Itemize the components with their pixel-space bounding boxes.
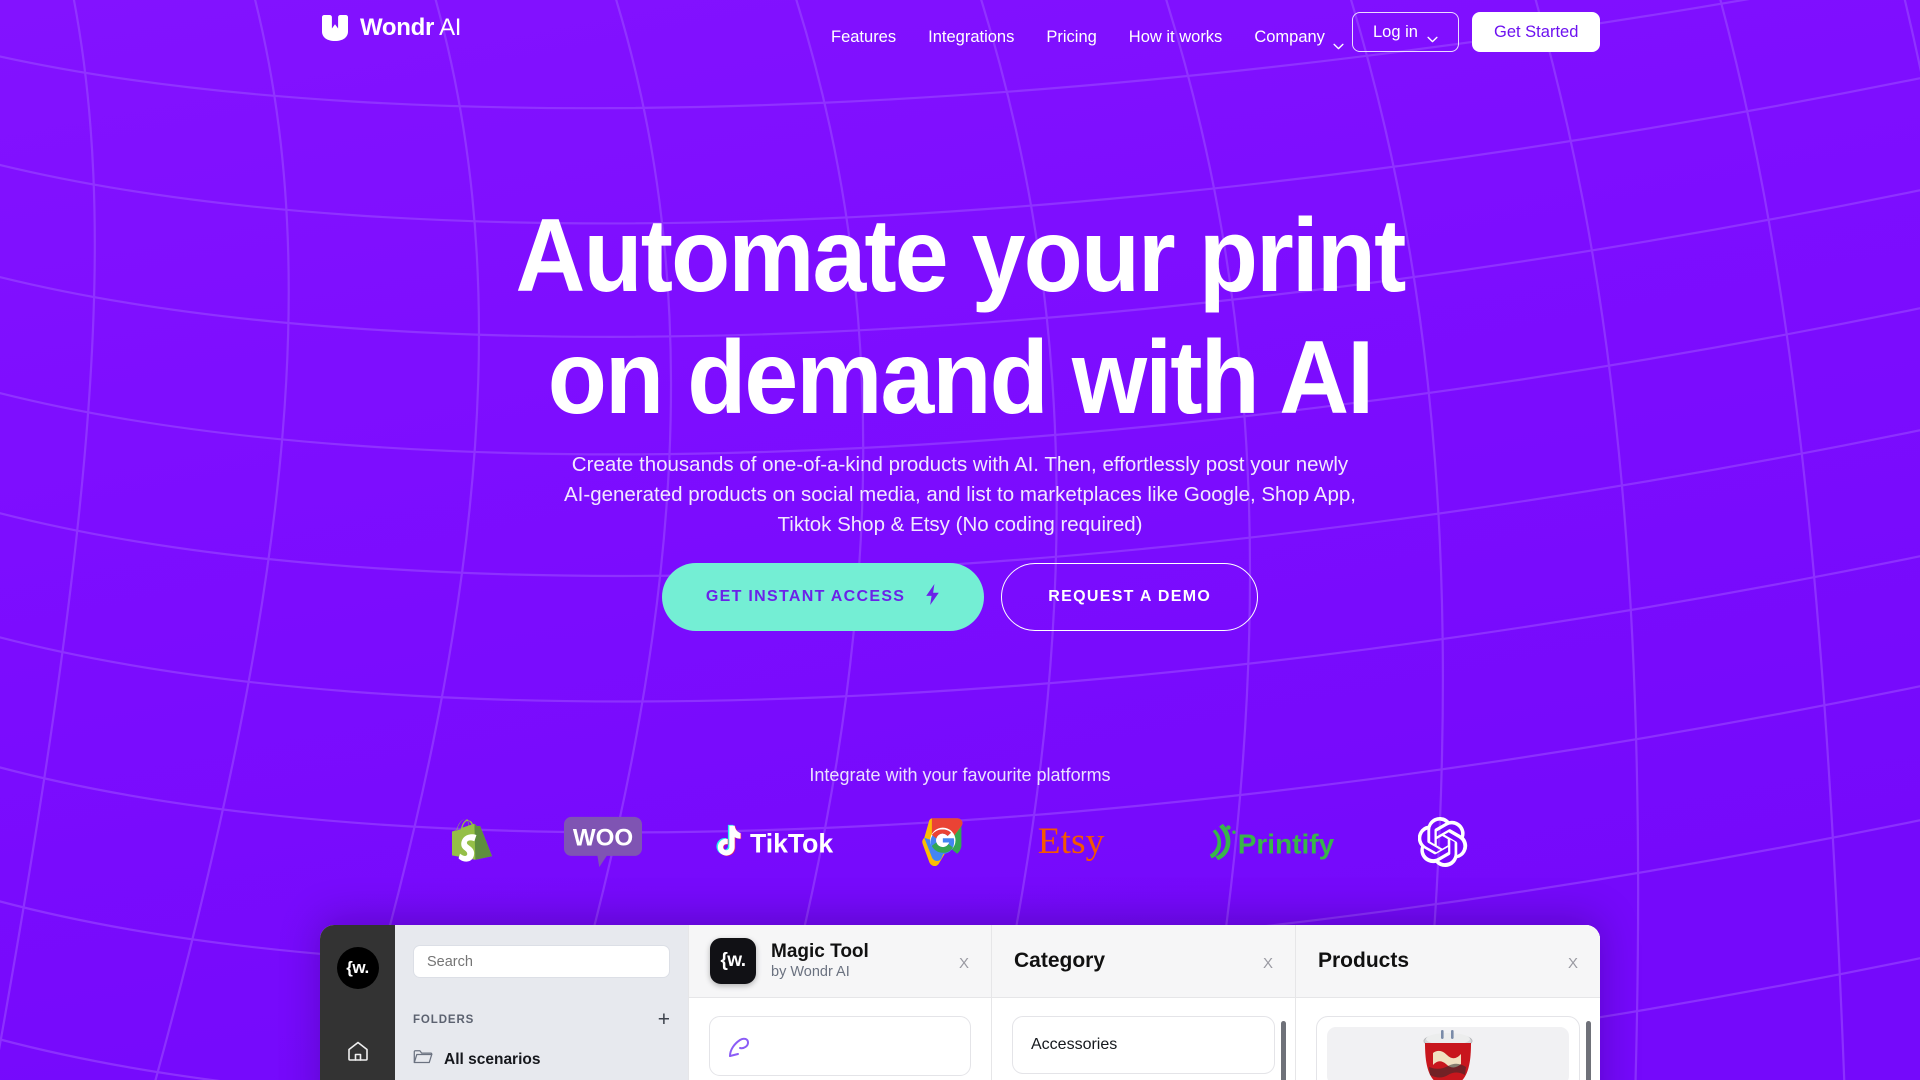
nav-item-integrations[interactable]: Integrations	[912, 20, 1030, 54]
request-a-demo-button[interactable]: REQUEST A DEMO	[1001, 563, 1259, 631]
hero-cta-row: GET INSTANT ACCESS REQUEST A DEMO	[0, 563, 1920, 631]
etsy-logo-icon: Etsy	[1036, 812, 1134, 872]
platform-logos-row: WOO TikTok Etsy Printify	[0, 812, 1920, 872]
panel-body	[1296, 998, 1600, 1080]
sidebar-item-label: All scenarios	[444, 1050, 541, 1068]
vertical-scrollbar[interactable]	[1586, 1021, 1591, 1080]
nav-item-features[interactable]: Features	[815, 20, 912, 54]
panel-header: {w. Magic Tool by Wondr AI X	[689, 925, 991, 998]
close-icon[interactable]: X	[1568, 955, 1578, 972]
nav-item-pricing[interactable]: Pricing	[1030, 20, 1112, 54]
close-icon[interactable]: X	[959, 955, 969, 972]
folders-section-label: FOLDERS	[413, 1014, 475, 1026]
subheadline-line-2: AI-generated products on social media, a…	[564, 483, 1356, 506]
app-folders-panel: FOLDERS + All scenarios	[395, 925, 688, 1080]
panel-header: Products X	[1296, 925, 1600, 998]
svg-text:Etsy: Etsy	[1038, 821, 1105, 862]
tiktok-logo-icon: TikTok	[714, 812, 848, 872]
get-instant-access-button[interactable]: GET INSTANT ACCESS	[661, 563, 985, 631]
panel-body	[689, 998, 991, 1076]
headline-line-2: on demand with AI	[547, 320, 1374, 436]
page-title: Automate your print on demand with AI	[67, 195, 1853, 439]
hero-subheadline: Create thousands of one-of-a-kind produc…	[0, 450, 1920, 540]
vertical-scrollbar[interactable]	[1281, 1021, 1286, 1080]
app-panel-products: Products X	[1295, 925, 1600, 1080]
subheadline-line-3: Tiktok Shop & Etsy (No coding required)	[777, 513, 1143, 536]
add-folder-button[interactable]: +	[658, 1009, 670, 1030]
list-item[interactable]	[1316, 1016, 1580, 1080]
panel-title: Magic Tool	[771, 940, 869, 962]
close-icon[interactable]: X	[1263, 955, 1273, 972]
panel-body: Accessories	[992, 998, 1295, 1074]
magic-tool-titles: Magic Tool by Wondr AI	[771, 941, 869, 982]
panel-title: Category	[1014, 949, 1106, 972]
login-button-label: Log in	[1373, 22, 1418, 41]
app-workspace-avatar[interactable]: {w.	[336, 947, 379, 989]
app-preview-window: {w. FOLDERS + All	[320, 925, 1600, 1080]
chevron-down-icon	[1427, 29, 1438, 42]
lightning-bolt-icon	[925, 584, 940, 610]
printify-logo-icon: Printify	[1206, 812, 1346, 872]
chevron-down-icon	[1333, 34, 1344, 49]
folders-section-header: FOLDERS +	[413, 1009, 670, 1030]
headline-line-1: Automate your print	[515, 198, 1407, 314]
warped-grid-background	[0, 0, 1920, 1080]
svg-text:TikTok: TikTok	[750, 828, 833, 858]
get-instant-access-label: GET INSTANT ACCESS	[705, 588, 906, 605]
home-icon[interactable]	[346, 1039, 370, 1068]
panel-header: Category X	[992, 925, 1295, 998]
list-item[interactable]	[709, 1016, 971, 1076]
get-started-button[interactable]: Get Started	[1472, 12, 1601, 52]
pencil-icon	[726, 1032, 754, 1060]
openai-logo-icon	[1418, 812, 1468, 872]
app-panel-magic-tool: {w. Magic Tool by Wondr AI X	[688, 925, 991, 1080]
brand-name-bold: Wondr	[360, 14, 435, 41]
login-button[interactable]: Log in	[1352, 12, 1459, 52]
subheadline-line-1: Create thousands of one-of-a-kind produc…	[571, 453, 1349, 476]
nav-item-company[interactable]: Company	[1238, 20, 1360, 54]
request-a-demo-label: REQUEST A DEMO	[1048, 588, 1212, 605]
nav-item-how-it-works[interactable]: How it works	[1113, 20, 1239, 54]
svg-text:Printify: Printify	[1238, 828, 1335, 859]
wondr-w-mark-icon	[320, 15, 350, 41]
landing-page: Wondr AI Features Integrations Pricing H…	[0, 0, 1920, 1080]
panel-subtitle: by Wondr AI	[771, 963, 850, 980]
svg-text:WOO: WOO	[573, 825, 633, 852]
google-logo-icon	[920, 812, 964, 872]
folder-icon	[413, 1049, 433, 1070]
shopify-logo-icon	[452, 812, 492, 872]
magic-tool-app-icon: {w.	[710, 938, 756, 984]
search-input[interactable]	[413, 945, 670, 978]
brand-wordmark: Wondr AI	[360, 14, 461, 42]
list-item[interactable]: Accessories	[1012, 1016, 1275, 1074]
nav-item-company-label: Company	[1254, 28, 1325, 46]
brand-name-light: AI	[434, 14, 462, 41]
woocommerce-logo-icon: WOO	[564, 812, 642, 872]
get-started-label: Get Started	[1494, 22, 1579, 41]
panel-title: Products	[1318, 949, 1410, 972]
app-sidebar: {w.	[320, 925, 395, 1080]
tumbler-product-thumbnail	[1327, 1027, 1569, 1080]
site-header: Wondr AI Features Integrations Pricing H…	[0, 0, 1920, 72]
platforms-label: Integrate with your favourite platforms	[809, 765, 1111, 785]
brand-logo[interactable]: Wondr AI	[320, 14, 461, 42]
app-panel-category: Category X Accessories	[991, 925, 1295, 1080]
sidebar-item-all-scenarios[interactable]: All scenarios	[413, 1049, 670, 1070]
primary-nav: Features Integrations Pricing How it wor…	[815, 20, 1360, 54]
